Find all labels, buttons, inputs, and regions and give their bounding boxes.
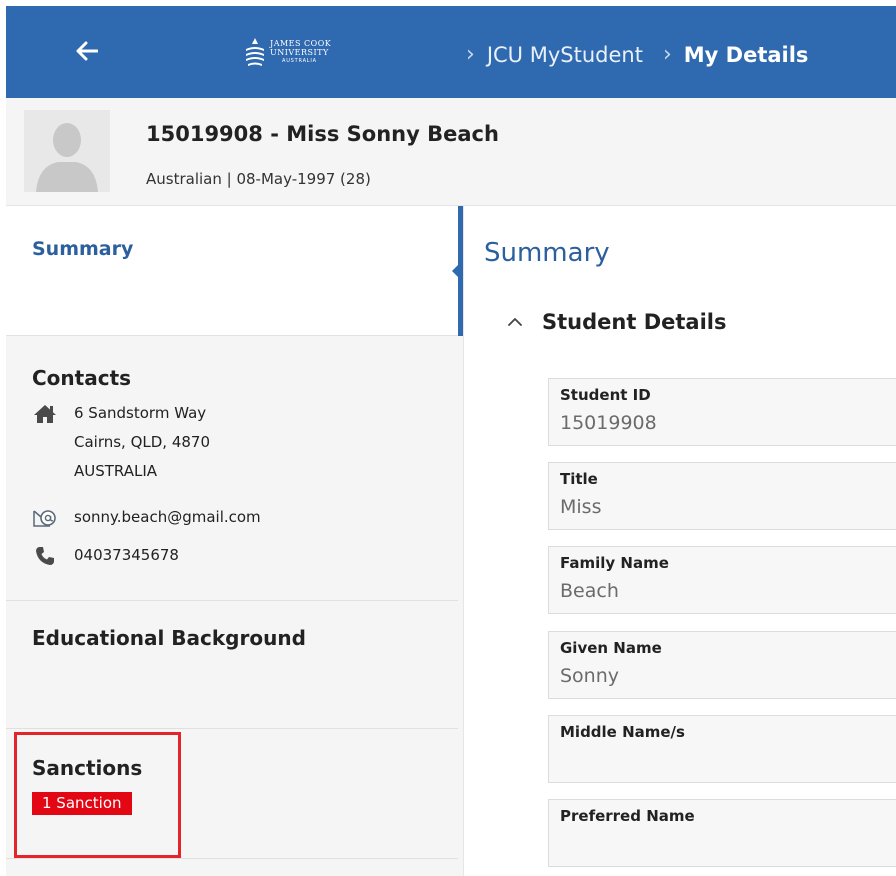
field-label: Given Name bbox=[560, 639, 662, 657]
breadcrumb-my-details: My Details bbox=[683, 42, 809, 67]
divider bbox=[6, 600, 458, 601]
chevron-up-icon bbox=[508, 318, 522, 326]
field-title[interactable]: Title Miss bbox=[548, 462, 896, 530]
student-details-toggle[interactable]: Student Details bbox=[506, 310, 726, 334]
sidebar-item-summary[interactable]: Summary bbox=[6, 206, 458, 336]
address-line-1: 6 Sandstorm Way bbox=[74, 404, 207, 422]
address-line-2: Cairns, QLD, 4870 bbox=[74, 433, 211, 451]
contact-phone: 04037345678 bbox=[32, 546, 179, 566]
home-icon bbox=[34, 405, 56, 423]
phone-number[interactable]: 04037345678 bbox=[74, 546, 179, 564]
student-nationality-dob: Australian | 08-May-1997 (28) bbox=[146, 170, 371, 188]
breadcrumb: › JCU MyStudent › My Details bbox=[466, 42, 808, 67]
divider bbox=[6, 858, 458, 859]
user-silhouette-icon bbox=[24, 110, 110, 192]
field-value: Beach bbox=[560, 580, 619, 602]
field-label: Family Name bbox=[560, 554, 669, 572]
chevron-right-icon: › bbox=[466, 42, 475, 67]
student-name: 15019908 - Miss Sonny Beach bbox=[146, 122, 499, 146]
email-at-icon bbox=[33, 510, 56, 527]
active-indicator-notch bbox=[452, 264, 459, 278]
field-label: Title bbox=[560, 470, 598, 488]
university-logo[interactable]: JAMES COOK UNIVERSITY AUSTRALIA bbox=[244, 34, 352, 70]
avatar bbox=[24, 110, 110, 192]
contact-address: 6 Sandstorm Way Cairns, QLD, 4870 AUSTRA… bbox=[32, 404, 210, 486]
student-profile-header: 15019908 - Miss Sonny Beach Australian |… bbox=[6, 98, 896, 206]
field-value: 15019908 bbox=[560, 412, 657, 434]
highlight-box bbox=[14, 732, 181, 858]
field-value: Sonny bbox=[560, 665, 620, 687]
field-label: Student ID bbox=[560, 386, 651, 404]
back-button[interactable] bbox=[72, 36, 102, 66]
page-title: Summary bbox=[484, 238, 610, 268]
logo-mark-icon bbox=[246, 38, 264, 66]
field-student-id[interactable]: Student ID 15019908 bbox=[548, 378, 896, 446]
field-value: Miss bbox=[560, 496, 602, 518]
field-middle-names[interactable]: Middle Name/s bbox=[548, 715, 896, 783]
email-address[interactable]: sonny.beach@gmail.com bbox=[74, 508, 261, 526]
chevron-right-icon: › bbox=[662, 42, 672, 67]
phone-icon bbox=[36, 547, 54, 565]
field-preferred-name[interactable]: Preferred Name bbox=[548, 799, 896, 867]
field-label: Middle Name/s bbox=[560, 723, 685, 741]
arrow-left-icon bbox=[76, 41, 98, 61]
field-family-name[interactable]: Family Name Beach bbox=[548, 546, 896, 614]
field-label: Preferred Name bbox=[560, 807, 695, 825]
top-bar: JAMES COOK UNIVERSITY AUSTRALIA › JCU My… bbox=[6, 6, 896, 98]
sidebar-item-label: Summary bbox=[32, 238, 134, 260]
contacts-title: Contacts bbox=[32, 366, 132, 390]
contact-email: sonny.beach@gmail.com bbox=[32, 508, 261, 528]
sidebar: Summary Contacts 6 Sandstorm Way Cairns,… bbox=[6, 206, 464, 876]
field-given-name[interactable]: Given Name Sonny bbox=[548, 631, 896, 699]
section-title: Student Details bbox=[542, 310, 727, 334]
divider bbox=[6, 728, 458, 729]
breadcrumb-jcu-mystudent[interactable]: JCU MyStudent bbox=[487, 43, 643, 67]
educational-background-title[interactable]: Educational Background bbox=[32, 626, 306, 650]
address-line-3: AUSTRALIA bbox=[74, 462, 158, 480]
logo-text: JAMES COOK UNIVERSITY AUSTRALIA bbox=[270, 38, 332, 64]
